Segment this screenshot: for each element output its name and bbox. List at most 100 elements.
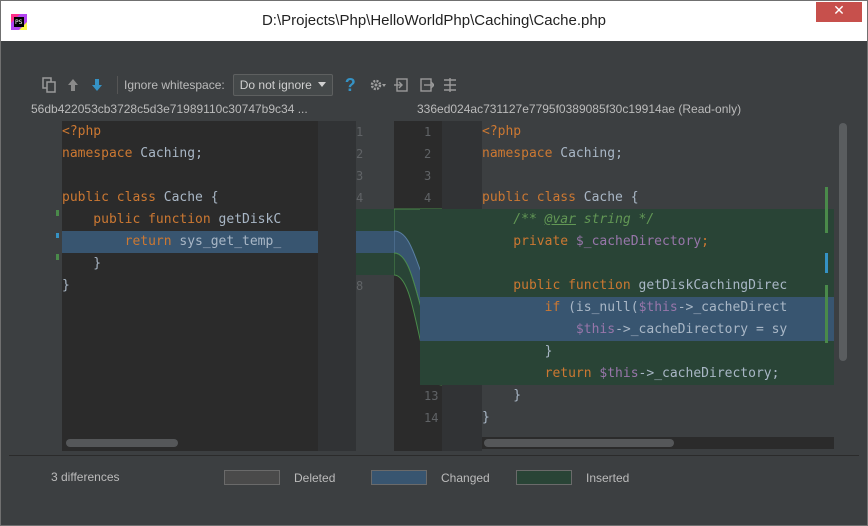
code-token: private [482,234,569,249]
code-line: public function getDiskC [62,209,318,231]
code-token: public function [482,278,631,293]
code-line: private $_cacheDirectory; [482,231,834,253]
previous-difference-icon[interactable] [63,75,83,95]
line-number: 4 [356,191,364,205]
code-line: /** @var string */ [482,209,834,231]
right-revision-header: 336ed024ac731127e7795f0389085f30c19914ae… [417,102,742,116]
code-token: return [62,234,172,249]
code-line: <?php [62,121,318,143]
sync-scroll-icon[interactable] [440,75,460,95]
code-token: namespace [482,146,553,161]
code-line: } [482,385,834,407]
left-revision-header: 56db422053cb3728c5d3e71989110c30747b9c34… [31,102,308,116]
right-insert-marker [825,187,828,233]
code-token: /** [482,212,545,227]
code-line: if (is_null($this->_cacheDirect [482,297,834,319]
inserted-swatch [516,470,572,485]
changed-line: return sys_get_temp_ [62,231,318,253]
code-token: Caching; [132,146,203,161]
code-token: public function [62,212,211,227]
code-token: getDiskCachingDirec [630,278,788,293]
legend-label: Changed [441,470,490,485]
code-token: $this [482,322,616,337]
collapse-icon[interactable] [392,75,412,95]
chevron-down-icon [317,82,326,87]
line-number: 1 [356,125,364,139]
changed-swatch [371,470,427,485]
close-button[interactable]: ✕ [816,2,862,22]
code-token: <?php [482,124,522,139]
code-line: } [62,275,318,297]
code-token: } [482,388,522,403]
code-token: ; [701,234,709,249]
deleted-swatch [224,470,280,485]
code-token: public class [482,190,576,205]
left-insert-marker [56,254,59,260]
code-token: @var [544,212,576,227]
code-line: $this->_cacheDirectory = sy [482,319,834,341]
right-horizontal-scrollbar[interactable] [482,437,834,449]
ignore-whitespace-label: Ignore whitespace: [124,78,225,92]
code-token: } [482,344,553,359]
code-token: ->_cacheDirectory; [638,366,780,381]
code-token: } [62,278,70,293]
copy-icon[interactable] [39,75,59,95]
code-token: $_cacheDirectory [568,234,702,249]
legend-deleted: Deleted [224,470,335,485]
insert-band [356,209,394,231]
ignore-whitespace-value: Do not ignore [239,78,312,92]
export-icon[interactable] [416,75,436,95]
diff-toolbar: Ignore whitespace: Do not ignore ? [39,73,464,97]
scroll-thumb[interactable] [484,439,674,447]
left-horizontal-scrollbar[interactable] [62,437,318,449]
left-change-marker [56,233,59,238]
line-number: 3 [356,169,364,183]
code-line: namespace Caching; [482,143,834,165]
code-line: public function getDiskCachingDirec [482,275,834,297]
left-insert-marker [56,210,59,216]
diff-legend-bar: 3 differences Deleted Changed Inserted [9,455,859,504]
code-token: string */ [575,212,655,227]
code-token: return [482,366,592,381]
code-line: namespace Caching; [62,143,318,165]
scroll-thumb[interactable] [66,439,178,447]
code-line: <?php [482,121,834,143]
legend-changed: Changed [371,470,490,485]
right-code-editor[interactable]: <?php namespace Caching; public class Ca… [420,121,834,451]
code-token: <?php [62,124,102,139]
scroll-thumb[interactable] [839,123,847,361]
left-line-number-gutter: 1 2 3 4 5 6 7 8 [318,121,363,451]
toolbar-separator [117,76,118,94]
code-token: public class [62,190,156,205]
next-difference-icon[interactable] [87,75,107,95]
settings-gear-icon[interactable] [368,75,388,95]
code-token: } [482,410,490,425]
code-line: return $this->_cacheDirectory; [482,363,834,385]
window-title: D:\Projects\Php\HelloWorldPhp\Caching\Ca… [261,12,607,29]
ignore-whitespace-select[interactable]: Do not ignore [232,74,333,96]
code-token: ->_cacheDirectory = sy [615,322,788,337]
code-token: sys_get_temp_ [171,234,282,249]
differences-count: 3 differences [51,470,120,484]
right-change-marker [825,253,828,273]
code-token: } [62,256,102,271]
insert-band [356,253,394,275]
legend-inserted: Inserted [516,470,629,485]
diff-panel: Ignore whitespace: Do not ignore ? 56db4… [9,41,859,519]
code-line: } [482,341,834,363]
left-code-editor[interactable]: <?php namespace Caching; public class Ca… [62,121,318,451]
line-number: 2 [356,147,364,161]
code-token: (is_null( [560,300,639,315]
code-token: ->_cacheDirect [677,300,788,315]
legend-label: Inserted [586,470,630,485]
title-bar: PS D:\Projects\Php\HelloWorldPhp\Caching… [1,1,867,41]
help-icon[interactable]: ? [345,75,356,96]
code-token: Caching; [552,146,623,161]
code-line: } [62,253,318,275]
line-number: 8 [356,279,364,293]
right-insert-marker [825,285,828,343]
code-line: public class Cache { [482,187,834,209]
vertical-scrollbar[interactable] [837,121,849,451]
code-token: $this [591,366,639,381]
code-token: if [482,300,561,315]
